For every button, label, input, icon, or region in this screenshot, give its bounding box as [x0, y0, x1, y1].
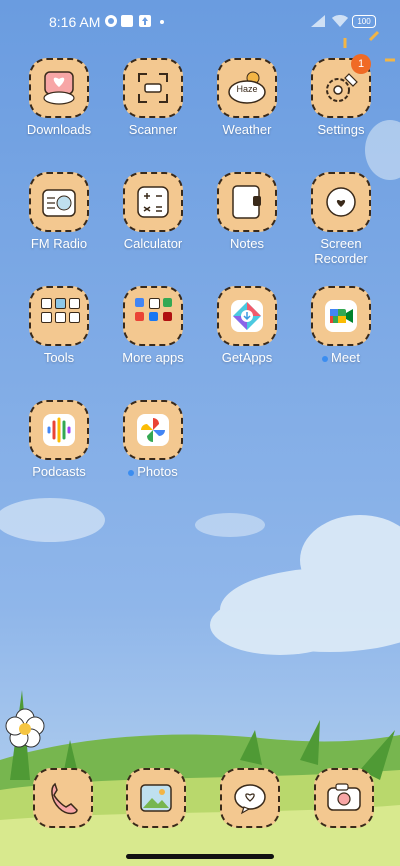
app-scanner[interactable]: Scanner: [108, 58, 198, 163]
app-label: Photos: [98, 464, 208, 479]
dock-phone[interactable]: [33, 768, 93, 828]
app-calculator[interactable]: Calculator: [108, 172, 198, 277]
status-time: 8:16 AM: [49, 14, 101, 30]
folder-more-apps[interactable]: More apps: [108, 286, 198, 391]
app-label: Meet: [286, 350, 396, 365]
folder-icon: [123, 286, 183, 346]
messages-icon: [220, 768, 280, 828]
battery-icon: 100: [352, 15, 376, 28]
meet-icon: [311, 286, 371, 346]
app-getapps[interactable]: GetApps: [202, 286, 292, 391]
getapps-icon: [217, 286, 277, 346]
dock-messages[interactable]: [220, 768, 280, 828]
weather-icon: Haze: [217, 58, 277, 118]
app-podcasts[interactable]: Podcasts: [14, 400, 104, 505]
folder-icon: [29, 286, 89, 346]
notification-badge: 1: [351, 54, 371, 74]
dock: [0, 768, 400, 832]
new-app-dot: [128, 469, 135, 476]
app-settings[interactable]: 1 Settings: [296, 54, 386, 163]
weather-condition: Haze: [236, 84, 258, 94]
app-label: Screen Recorder: [314, 236, 368, 266]
app-meet[interactable]: Meet: [296, 286, 386, 391]
folder-tools[interactable]: Tools: [14, 286, 104, 391]
radio-icon: [29, 172, 89, 232]
status-bar: 8:16 AM 100: [0, 0, 400, 44]
app-fm-radio[interactable]: FM Radio: [14, 172, 104, 277]
podcasts-icon: [29, 400, 89, 460]
app-notes[interactable]: Notes: [202, 172, 292, 277]
settings-icon: 1: [311, 54, 371, 118]
dock-camera[interactable]: [314, 768, 374, 828]
phone-icon: [33, 768, 93, 828]
notes-icon: [217, 172, 277, 232]
app-notification-icon: [105, 15, 117, 27]
downloads-icon: [29, 58, 89, 118]
scanner-icon: [123, 58, 183, 118]
app-photos[interactable]: Photos: [108, 400, 198, 505]
gallery-icon: [126, 768, 186, 828]
app-screen-recorder[interactable]: Screen Recorder: [296, 172, 386, 277]
camera-icon: [314, 768, 374, 828]
battery-label: 100: [357, 17, 371, 26]
home-gesture-bar[interactable]: [126, 854, 274, 859]
dock-gallery[interactable]: [126, 768, 186, 828]
wifi-icon: [332, 15, 348, 27]
app-downloads[interactable]: Downloads: [14, 58, 104, 163]
dot-icon: [160, 20, 164, 24]
app-label: Settings: [317, 122, 365, 137]
app-weather[interactable]: Haze Weather: [202, 58, 292, 163]
calculator-icon: [123, 172, 183, 232]
signal-icon: [311, 15, 325, 27]
upload-icon: [139, 15, 151, 27]
screen-recorder-icon: [311, 172, 371, 232]
square-icon: [121, 15, 133, 27]
new-app-dot: [322, 355, 329, 362]
photos-icon: [123, 400, 183, 460]
